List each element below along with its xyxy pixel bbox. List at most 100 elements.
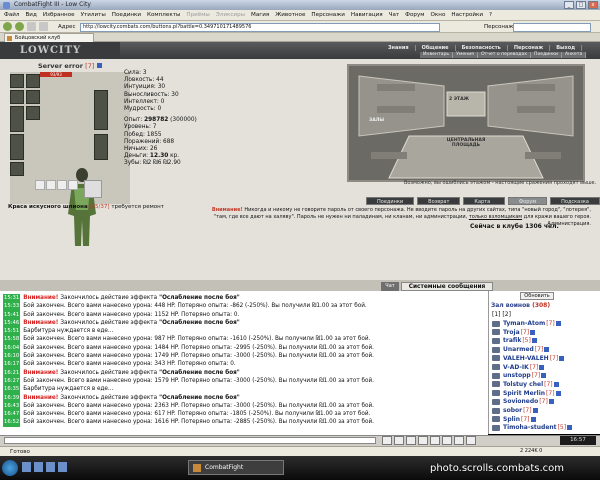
user-list-item[interactable]: Spirit Merlin [7] — [492, 390, 561, 397]
info-icon[interactable] — [559, 355, 565, 361]
user-nick[interactable]: Sovionedo — [503, 398, 538, 405]
user-nick[interactable]: Tyman-Atom — [503, 320, 545, 327]
chat-time[interactable]: 16:21 — [3, 368, 21, 377]
chat-time[interactable]: 16:27 — [3, 376, 21, 386]
armor-slot[interactable] — [10, 134, 24, 160]
ring-slot[interactable] — [68, 180, 78, 190]
belt-slot[interactable] — [10, 162, 24, 176]
menu-item[interactable]: Чат — [389, 10, 400, 21]
tab-system-messages[interactable]: Системные сообщения — [401, 282, 493, 291]
private-message-icon[interactable] — [492, 320, 500, 327]
ring-slot[interactable] — [35, 180, 45, 190]
sub-nav-item[interactable]: Инвентарь — [420, 52, 454, 58]
sub-nav-item[interactable]: Умения — [453, 52, 478, 58]
translit-icon[interactable] — [418, 436, 428, 445]
gloves-slot[interactable] — [26, 74, 40, 88]
menu-item[interactable]: Магия — [251, 10, 269, 21]
info-icon[interactable] — [544, 347, 550, 353]
action-button[interactable]: Форум — [507, 197, 548, 205]
chat-time[interactable]: 16:35 — [3, 385, 21, 394]
sub-nav-item[interactable]: Анкета — [562, 52, 587, 58]
menu-item[interactable]: Форум — [405, 10, 424, 21]
private-message-icon[interactable] — [492, 407, 500, 414]
top-nav-item[interactable]: Общение — [416, 45, 456, 51]
private-message-icon[interactable] — [492, 372, 500, 379]
menu-item[interactable]: Комплекты — [147, 10, 180, 21]
info-icon[interactable] — [532, 408, 538, 413]
chat-time[interactable]: 15:58 — [3, 335, 21, 344]
weapon-slot[interactable] — [10, 106, 24, 132]
user-list-item[interactable]: Sovionedo [7] — [492, 398, 554, 405]
ring-slot[interactable] — [46, 180, 56, 190]
info-icon[interactable] — [96, 63, 102, 68]
info-icon[interactable] — [531, 338, 537, 344]
user-nick[interactable]: VALEH-VALEH — [503, 355, 549, 362]
chat-time[interactable]: 16:04 — [3, 343, 21, 353]
menu-item[interactable]: Поединки — [112, 10, 141, 21]
menu-item[interactable]: Эликсиры — [216, 10, 245, 21]
user-list-item[interactable]: Splin [7] — [492, 416, 536, 423]
earrings-slot[interactable] — [26, 90, 40, 104]
private-message-icon[interactable] — [492, 337, 500, 344]
info-icon[interactable] — [555, 321, 561, 326]
user-list-item[interactable]: Timoha-student [5] — [492, 424, 573, 431]
settings-icon[interactable] — [454, 436, 464, 445]
amulet-slot[interactable] — [10, 90, 24, 104]
menu-item[interactable]: Животное — [275, 10, 305, 21]
private-message-icon[interactable] — [492, 355, 500, 362]
private-message-icon[interactable] — [492, 398, 500, 405]
info-icon[interactable] — [530, 416, 536, 422]
boots-slot[interactable] — [84, 180, 102, 198]
floor-2-door[interactable] — [446, 91, 486, 117]
smile-icon[interactable] — [406, 436, 416, 445]
user-nick[interactable]: V-AD-IK — [503, 364, 529, 371]
action-button[interactable]: Подсказка — [550, 197, 600, 205]
chat-time[interactable]: 16:52 — [3, 418, 21, 427]
chat-time[interactable]: 16:39 — [3, 393, 21, 402]
sub-nav-item[interactable]: Поединки — [531, 52, 563, 58]
info-icon[interactable] — [530, 329, 536, 335]
shield-slot[interactable] — [94, 90, 108, 130]
user-list-item[interactable]: Troja [7] — [492, 329, 536, 336]
address-input[interactable]: http://lowcity.combats.com/buttons.pl?ba… — [80, 23, 440, 32]
user-nick[interactable]: unstopp — [503, 372, 531, 379]
refresh-icon[interactable] — [27, 22, 36, 31]
private-message-icon[interactable] — [492, 346, 500, 353]
user-nick[interactable]: Splin — [503, 416, 520, 423]
chat-time[interactable]: 16:10 — [3, 352, 21, 361]
menu-item[interactable]: Навигация — [351, 10, 383, 21]
menu-item[interactable]: Вид — [25, 10, 36, 21]
menu-item[interactable]: Окно — [431, 10, 446, 21]
send-icon[interactable] — [382, 436, 392, 445]
minimize-button[interactable]: _ — [564, 1, 574, 9]
clear-icon[interactable] — [394, 436, 404, 445]
top-nav-item[interactable]: Персонаж — [508, 45, 551, 51]
menu-item[interactable]: Настройки — [451, 10, 483, 21]
chat-time[interactable]: 16:47 — [3, 410, 21, 419]
user-list-item[interactable]: trafik [5] — [492, 337, 537, 344]
menu-item[interactable]: Персонажи — [311, 10, 344, 21]
menu-item[interactable]: Приёмы — [186, 10, 209, 21]
top-nav-item[interactable]: Безопасность — [456, 45, 508, 51]
bracer-slot[interactable] — [26, 106, 40, 120]
filter-icon[interactable] — [430, 436, 440, 445]
action-button[interactable]: Поединки — [366, 197, 415, 205]
user-nick[interactable]: Timoha-student — [503, 424, 557, 431]
chat-time[interactable]: 15:31 — [3, 294, 21, 303]
top-nav-item[interactable]: Знания — [382, 45, 416, 51]
user-nick[interactable]: sobor — [503, 407, 522, 414]
user-list-item[interactable]: V-AD-IK [7] — [492, 364, 545, 371]
info-icon[interactable] — [539, 364, 545, 370]
user-nick[interactable]: Spirit Merlin — [503, 390, 545, 397]
info-icon[interactable] — [541, 373, 547, 379]
private-message-icon[interactable] — [492, 329, 500, 336]
user-list-item[interactable]: Unarmed [7] — [492, 346, 550, 353]
user-list-item[interactable]: unstopp [7] — [492, 372, 547, 379]
user-nick[interactable]: Unarmed — [503, 346, 534, 353]
chat-divider[interactable] — [0, 280, 600, 291]
info-icon[interactable] — [548, 399, 554, 405]
menu-item[interactable]: Файл — [4, 10, 19, 21]
quick-launch-icon[interactable] — [22, 462, 31, 472]
user-nick[interactable]: trafik — [503, 337, 521, 344]
chat-time[interactable]: 16:17 — [3, 360, 21, 369]
